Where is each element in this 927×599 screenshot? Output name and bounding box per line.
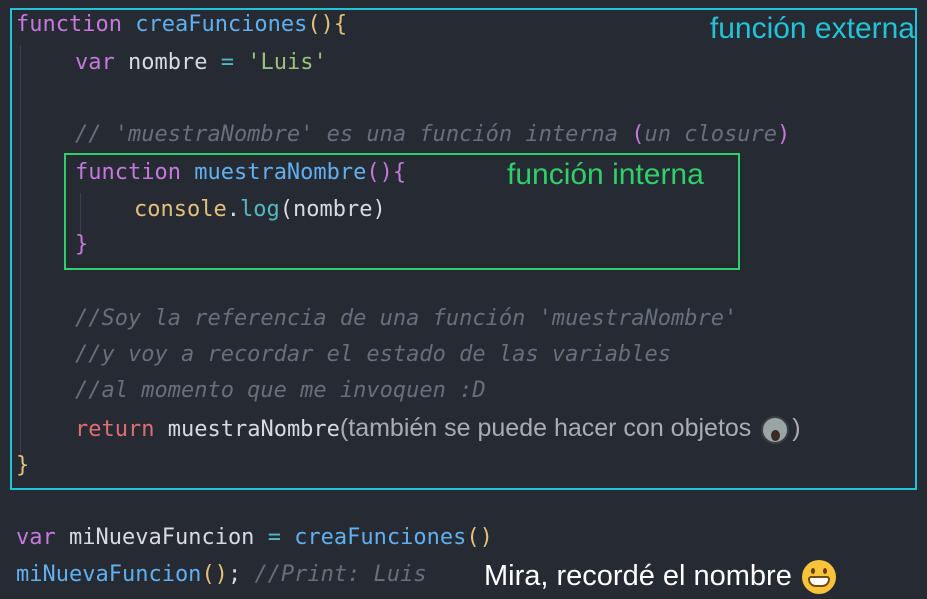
code-line-15: var miNuevaFuncion = creaFunciones() bbox=[16, 523, 493, 553]
string-literal: 'Luis' bbox=[247, 50, 327, 75]
scream-emoji-icon bbox=[761, 416, 790, 444]
paren: ) bbox=[372, 197, 386, 222]
variable-name: miNuevaFuncion bbox=[69, 525, 255, 550]
method-name: log bbox=[239, 197, 280, 222]
parens: () bbox=[366, 160, 393, 185]
code-line-6: console.log(nombre) bbox=[134, 195, 386, 225]
paren: ) bbox=[777, 122, 791, 147]
code-line-5: function muestraNombre(){ bbox=[75, 158, 406, 188]
code-line-13: } bbox=[16, 451, 29, 481]
code-line-1: function creaFunciones(){ bbox=[16, 10, 347, 40]
parens: () bbox=[201, 562, 228, 587]
dot: . bbox=[226, 197, 240, 222]
code-line-10: //y voy a recordar el estado de las vari… bbox=[75, 340, 671, 370]
function-call: miNuevaFuncion bbox=[16, 562, 202, 587]
annotation-note-close: ) bbox=[792, 414, 801, 442]
code-line-7: } bbox=[75, 230, 88, 260]
annotation-note: (también se puede hacer con objetos bbox=[339, 414, 759, 442]
caption-text: Mira, recordé el nombre bbox=[484, 560, 792, 592]
comment: //Soy la referencia de una función 'mues… bbox=[75, 306, 738, 331]
code-line-16: miNuevaFuncion(); //Print: Luis bbox=[16, 560, 427, 590]
keyword: function bbox=[16, 12, 122, 37]
keyword: function bbox=[75, 160, 181, 185]
brace: { bbox=[392, 160, 407, 185]
object-name: console bbox=[134, 197, 227, 222]
outer-function-label: función externa bbox=[709, 12, 915, 45]
code-line-4: // 'muestraNombre' es una función intern… bbox=[75, 120, 790, 150]
semicolon: ; bbox=[227, 562, 242, 587]
paren: ( bbox=[279, 197, 293, 222]
comment: // 'muestraNombre' es una función intern… bbox=[75, 122, 632, 147]
code-line-11: //al momento que me invoquen :D bbox=[75, 376, 486, 406]
keyword: return bbox=[75, 417, 155, 442]
keyword: var bbox=[75, 50, 115, 75]
grin-emoji-icon bbox=[801, 560, 836, 595]
variable-name: nombre bbox=[128, 50, 208, 75]
brace: { bbox=[333, 12, 348, 37]
caption: Mira, recordé el nombre bbox=[484, 556, 836, 596]
paren: ( bbox=[631, 122, 645, 147]
operator: = bbox=[267, 525, 281, 550]
inner-function-label: función interna bbox=[507, 158, 704, 191]
function-call: creaFunciones bbox=[294, 525, 467, 550]
code-line-12: return muestraNombre(también se puede ha… bbox=[75, 413, 801, 444]
parens: () bbox=[307, 12, 334, 37]
operator: = bbox=[220, 50, 234, 75]
brace: } bbox=[75, 232, 89, 257]
comment: un closure bbox=[644, 122, 777, 147]
keyword: var bbox=[16, 525, 56, 550]
function-name: muestraNombre bbox=[194, 160, 367, 185]
brace: } bbox=[16, 453, 30, 478]
function-name: creaFunciones bbox=[135, 12, 308, 37]
code-line-2: var nombre = 'Luis' bbox=[75, 48, 327, 78]
argument: nombre bbox=[292, 197, 373, 222]
comment: //al momento que me invoquen :D bbox=[75, 378, 486, 403]
comment: //Print: Luis bbox=[254, 562, 427, 587]
return-value: muestraNombre bbox=[167, 417, 340, 442]
parens: () bbox=[466, 525, 493, 550]
code-line-9: //Soy la referencia de una función 'mues… bbox=[75, 304, 737, 334]
comment: //y voy a recordar el estado de las vari… bbox=[75, 342, 672, 367]
